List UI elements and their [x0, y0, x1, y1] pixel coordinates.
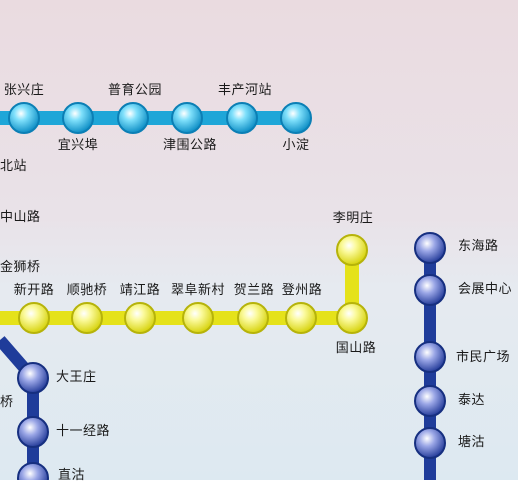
station-zhigu[interactable]: [17, 462, 49, 480]
station-jingjiang-road[interactable]: [124, 302, 156, 334]
label-partial-beizhan: 北站: [0, 159, 28, 174]
label-guoshan-road: 国山路: [335, 341, 377, 356]
station-yixingbu[interactable]: [62, 102, 94, 134]
label-dengzhou-road: 登州路: [281, 283, 323, 298]
label-shiyijing-road: 十一经路: [56, 424, 111, 439]
label-limingzhuang: 李明庄: [332, 211, 374, 226]
station-limingzhuang[interactable]: [336, 234, 368, 266]
station-dengzhou-road[interactable]: [285, 302, 317, 334]
label-jinwei-road: 津围公路: [162, 138, 218, 153]
label-zhigu: 直沽: [58, 468, 86, 483]
label-puyu-park: 普育公园: [107, 83, 163, 98]
station-shunchi-bridge[interactable]: [71, 302, 103, 334]
station-tanggu[interactable]: [414, 427, 446, 459]
label-civic-plaza: 市民广场: [456, 350, 511, 365]
station-puyu-park[interactable]: [117, 102, 149, 134]
label-helan-road: 贺兰路: [233, 283, 275, 298]
label-partial-zhongshan-road: 中山路: [0, 210, 41, 225]
station-zhangxingzhuang[interactable]: [8, 102, 40, 134]
label-partial-jinshi-bridge: 金狮桥: [0, 260, 41, 275]
station-taida[interactable]: [414, 385, 446, 417]
station-cuifu-xincun[interactable]: [182, 302, 214, 334]
label-exhibition-center: 会展中心: [458, 282, 513, 297]
station-helan-road[interactable]: [237, 302, 269, 334]
label-dawangzhuang: 大王庄: [56, 370, 97, 385]
label-yixingbu: 宜兴埠: [57, 138, 99, 153]
navy-left-line-track: [0, 336, 39, 480]
metro-map: 张兴庄 宜兴埠 普育公园 津围公路 丰产河站 小淀 北站 中山路 金狮桥 桥 新…: [0, 0, 518, 483]
station-fengchanhe[interactable]: [226, 102, 258, 134]
label-jingjiang-road: 靖江路: [119, 283, 161, 298]
label-fengchanhe: 丰产河站: [217, 83, 273, 98]
station-shiyijing-road[interactable]: [17, 416, 49, 448]
station-civic-plaza[interactable]: [414, 341, 446, 373]
station-jinwei-road[interactable]: [171, 102, 203, 134]
station-xinkai-road[interactable]: [18, 302, 50, 334]
label-shunchi-bridge: 顺驰桥: [66, 283, 108, 298]
label-zhangxingzhuang: 张兴庄: [3, 83, 45, 98]
station-donghai-road[interactable]: [414, 232, 446, 264]
navy-left-stations: [17, 362, 49, 480]
label-xiaodian: 小淀: [282, 138, 310, 153]
label-taida: 泰达: [458, 393, 486, 408]
label-cuifu-xincun: 翠阜新村: [170, 283, 226, 298]
label-partial-bridge: 桥: [0, 395, 14, 410]
station-dawangzhuang[interactable]: [17, 362, 49, 394]
station-xiaodian[interactable]: [280, 102, 312, 134]
label-tanggu: 塘沽: [458, 435, 486, 450]
label-xinkai-road: 新开路: [13, 283, 55, 298]
station-guoshan-road[interactable]: [336, 302, 368, 334]
station-exhibition-center[interactable]: [414, 274, 446, 306]
metro-lines-svg: [0, 102, 446, 480]
label-donghai-road: 东海路: [458, 239, 499, 254]
